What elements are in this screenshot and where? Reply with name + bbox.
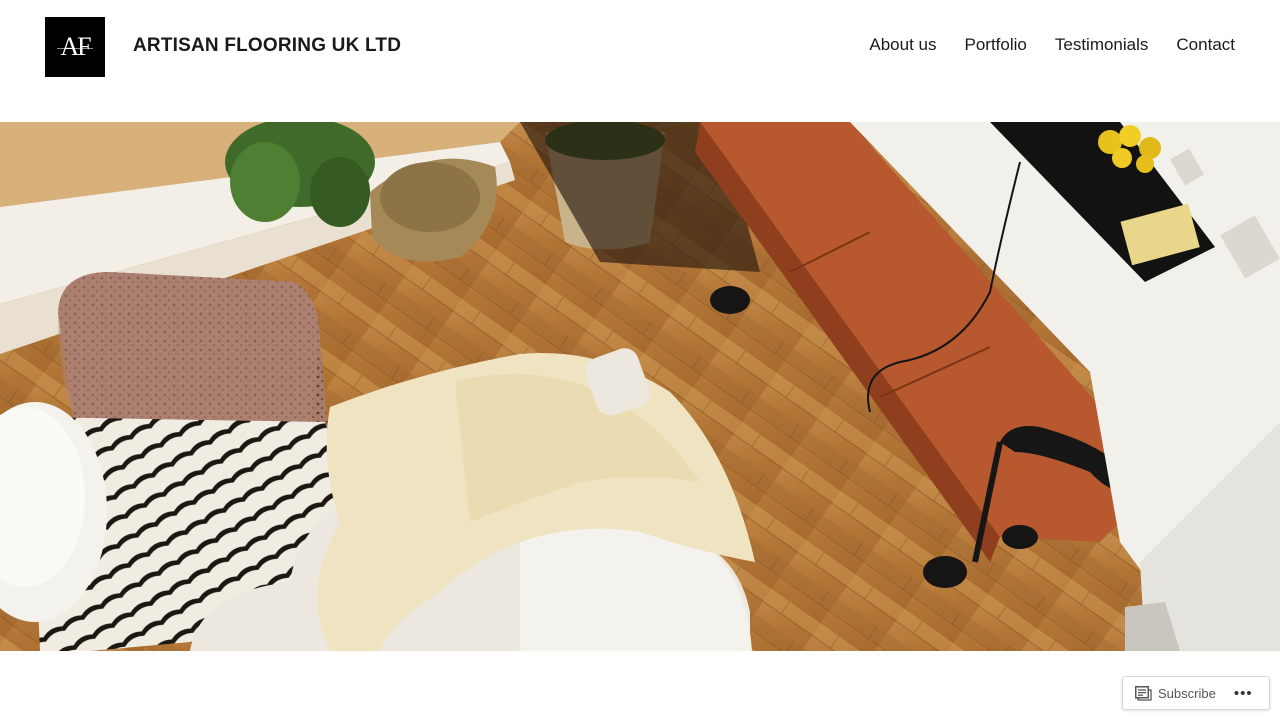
nav-item-testimonials[interactable]: Testimonials: [1055, 35, 1149, 55]
logo-text: AF: [60, 32, 91, 61]
more-options-button[interactable]: •••: [1226, 677, 1261, 709]
main-navigation: About us Portfolio Testimonials Contact: [869, 35, 1235, 55]
nav-item-contact[interactable]: Contact: [1176, 35, 1235, 55]
hero-image: [0, 122, 1280, 651]
site-logo[interactable]: AF: [45, 17, 105, 77]
nav-item-portfolio[interactable]: Portfolio: [964, 35, 1026, 55]
logo-divider: [57, 48, 93, 49]
follow-bar: Subscribe •••: [1122, 676, 1270, 710]
more-icon: •••: [1233, 684, 1253, 702]
subscribe-button[interactable]: Subscribe: [1123, 677, 1226, 709]
site-title[interactable]: ARTISAN FLOORING UK LTD: [133, 35, 401, 57]
subscribe-label: Subscribe: [1158, 685, 1216, 701]
nav-item-about-us[interactable]: About us: [869, 35, 936, 55]
reader-icon: [1135, 685, 1152, 701]
hero-floor-photo: [0, 122, 1280, 651]
site-header: AF ARTISAN FLOORING UK LTD About us Port…: [0, 0, 1280, 122]
